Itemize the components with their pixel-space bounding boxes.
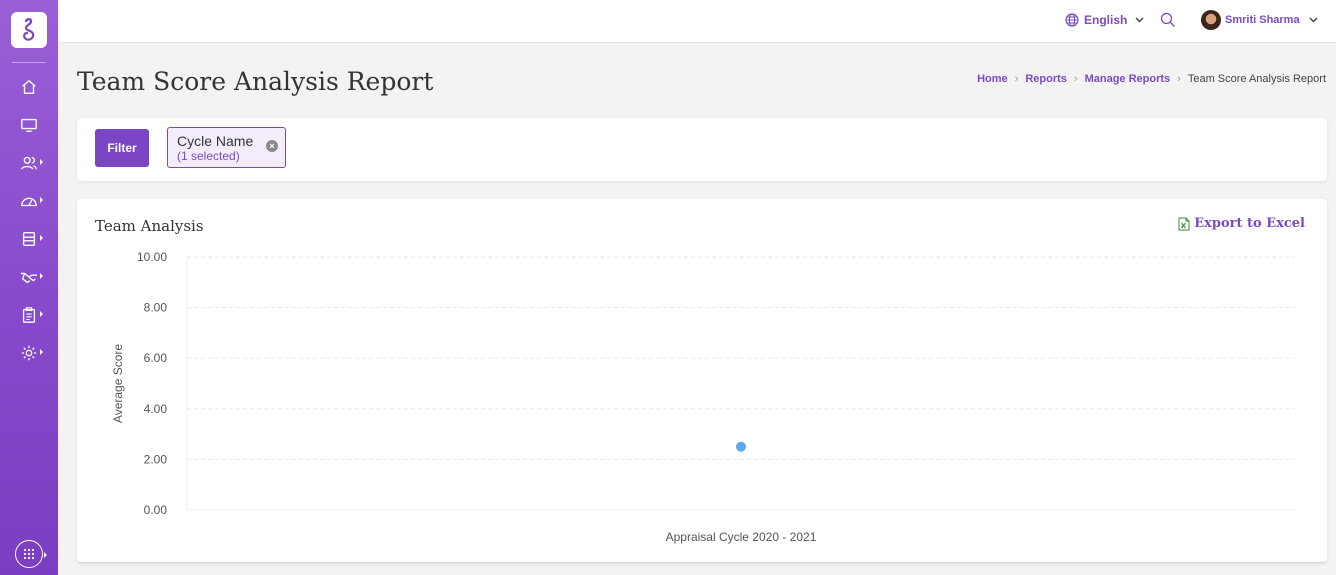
sidebar-item-partners[interactable] — [0, 264, 58, 290]
sidebar-item-tasks[interactable] — [0, 302, 58, 328]
submenu-caret-icon — [40, 197, 43, 203]
filter-button[interactable]: Filter — [95, 129, 149, 167]
app-logo[interactable] — [11, 12, 47, 48]
sidebar-item-monitor[interactable] — [0, 112, 58, 138]
breadcrumb-current: Team Score Analysis Report — [1187, 73, 1326, 85]
search-icon — [1160, 12, 1175, 27]
breadcrumb-separator-icon: › — [1014, 73, 1019, 85]
sidebar-item-settings[interactable] — [0, 340, 58, 366]
globe-icon — [1065, 13, 1079, 27]
filter-panel: Filter Cycle Name (1 selected) × — [77, 118, 1327, 181]
data-point — [736, 441, 746, 452]
submenu-caret-icon — [40, 349, 43, 355]
y-tick-label: 8.00 — [144, 301, 168, 315]
x-tick-label: Appraisal Cycle 2020 - 2021 — [666, 530, 817, 544]
breadcrumb-separator-icon: › — [1177, 73, 1181, 85]
y-tick-label: 10.00 — [137, 250, 167, 264]
logo-icon — [23, 18, 35, 41]
apps-grid-icon — [23, 548, 35, 560]
submenu-caret-icon — [40, 311, 43, 317]
chip-title: Cycle Name — [177, 133, 254, 149]
apps-button[interactable] — [15, 540, 43, 568]
avatar — [1201, 10, 1221, 30]
home-icon — [22, 80, 36, 94]
submenu-caret-icon — [40, 235, 43, 241]
handshake-icon — [20, 272, 38, 284]
y-tick-label: 2.00 — [144, 452, 168, 466]
breadcrumb: Home › Reports › Manage Reports › Team S… — [977, 73, 1326, 85]
y-axis-label: Average Score — [111, 344, 125, 423]
sidebar — [0, 0, 58, 575]
sidebar-divider — [12, 62, 46, 63]
breadcrumb-home[interactable]: Home — [977, 73, 1008, 85]
sidebar-item-data[interactable] — [0, 226, 58, 252]
database-icon — [22, 232, 36, 246]
sidebar-item-home[interactable] — [0, 74, 58, 100]
chevron-down-icon — [1309, 17, 1318, 23]
breadcrumb-reports[interactable]: Reports — [1025, 73, 1067, 85]
cycle-name-filter-chip[interactable]: Cycle Name (1 selected) × — [167, 127, 286, 168]
users-icon — [21, 156, 37, 170]
y-tick-label: 6.00 — [144, 351, 168, 365]
y-tick-label: 0.00 — [144, 503, 168, 517]
chip-selection-count: (1 selected) — [177, 149, 240, 163]
breadcrumb-manage-reports[interactable]: Manage Reports — [1085, 73, 1171, 85]
y-tick-label: 4.00 — [144, 402, 168, 416]
sidebar-item-users[interactable] — [0, 150, 58, 176]
user-name: Smriti Sharma — [1225, 14, 1300, 26]
monitor-icon — [21, 118, 37, 132]
search-button[interactable] — [1160, 12, 1176, 33]
user-menu[interactable]: Smriti Sharma — [1201, 10, 1318, 30]
language-selector[interactable]: English — [1065, 13, 1144, 27]
team-analysis-card: Team Analysis Export to Excel 10.00 8.00 6… — [77, 199, 1327, 563]
sidebar-item-dashboard[interactable] — [0, 188, 58, 214]
submenu-caret-icon — [40, 273, 43, 279]
team-analysis-chart: 10.00 8.00 6.00 4.00 2.00 0.00 Average Score Ap… — [111, 250, 1295, 544]
submenu-caret-icon — [40, 159, 43, 165]
gear-icon — [21, 345, 37, 361]
remove-filter-icon[interactable]: × — [266, 140, 278, 152]
apps-caret-icon — [44, 552, 47, 558]
page-title: Team Score Analysis Report — [77, 67, 434, 96]
chevron-down-icon — [1135, 17, 1144, 23]
clipboard-icon — [22, 307, 36, 323]
gauge-icon — [21, 197, 37, 207]
breadcrumb-separator-icon: › — [1073, 73, 1078, 85]
language-label: English — [1084, 13, 1128, 27]
top-bar: English Smriti Sharma — [58, 0, 1336, 43]
